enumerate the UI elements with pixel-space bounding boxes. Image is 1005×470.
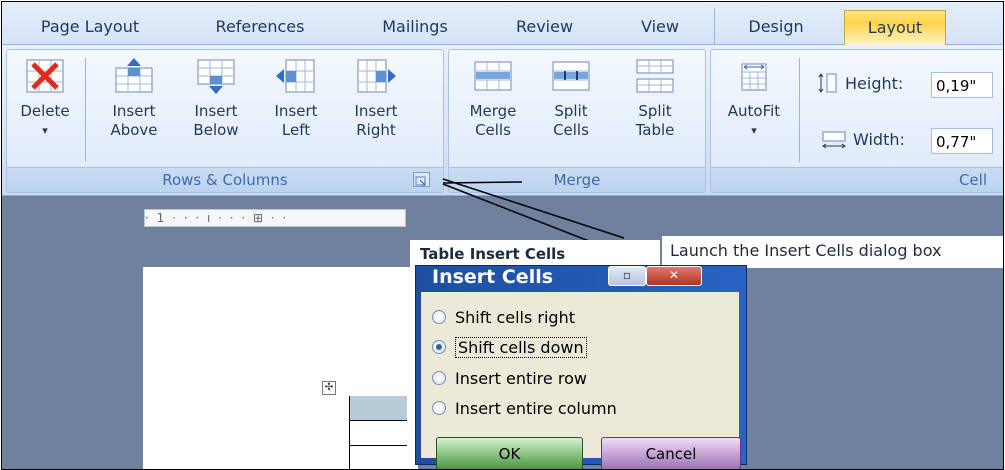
option-insert-entire-column[interactable]: Insert entire column: [432, 397, 617, 421]
split-table-label-1: Split: [638, 102, 672, 120]
word-window: Page Layout References Mailings Review V…: [1, 1, 1004, 470]
dialog-launcher-icon: [415, 176, 426, 186]
split-table-icon: [636, 59, 674, 93]
tab-layout[interactable]: Layout: [844, 10, 946, 45]
tab-mailings[interactable]: Mailings: [365, 10, 465, 44]
row-height-icon: [818, 73, 837, 93]
group-label-cell-size: Cell: [711, 167, 1003, 192]
insert-left-label-1: Insert: [274, 102, 318, 120]
width-input[interactable]: 0,77": [931, 128, 993, 154]
ribbon-tabs: Page Layout References Mailings Review V…: [2, 2, 1003, 45]
radio-button[interactable]: [432, 370, 446, 385]
split-cells-label-1: Split: [554, 102, 588, 120]
group-merge: Merge Cells Split Cells Split Table Merg…: [448, 49, 706, 193]
dialog-title: Insert Cells: [432, 266, 554, 288]
insert-above-button[interactable]: Insert Above: [101, 58, 167, 140]
dialog-close-button[interactable]: ✕: [646, 266, 702, 286]
autofit-button[interactable]: AutoFit ▾: [717, 58, 791, 140]
insert-below-icon: [197, 59, 235, 94]
group-label-merge: Merge: [449, 167, 705, 192]
delete-dropdown-arrow: ▾: [42, 124, 48, 137]
merge-cells-button[interactable]: Merge Cells: [457, 58, 529, 140]
tab-review[interactable]: Review: [507, 10, 582, 44]
split-cells-label-2: Cells: [553, 121, 589, 139]
insert-below-label-1: Insert: [194, 102, 238, 120]
table-row[interactable]: [350, 446, 407, 469]
group-rows-columns: Delete ▾ Insert Above Insert Below Inser…: [6, 49, 444, 193]
autofit-icon: [741, 63, 767, 91]
tab-view[interactable]: View: [630, 10, 690, 44]
insert-right-button[interactable]: Insert Right: [343, 58, 409, 140]
insert-right-label-1: Insert: [354, 102, 398, 120]
option-label: Insert entire column: [455, 399, 617, 418]
insert-left-button[interactable]: Insert Left: [263, 58, 329, 140]
width-label: Width:: [853, 130, 905, 149]
horizontal-ruler[interactable]: · 1 · · · ı · · · ⊞ · ·: [144, 209, 406, 227]
insert-above-icon: [115, 58, 153, 93]
rows-columns-dialog-launcher[interactable]: [413, 172, 430, 187]
option-shift-cells-down[interactable]: Shift cells down: [432, 336, 587, 360]
table-move-handle-icon[interactable]: ✣: [322, 381, 336, 395]
merge-cells-icon: [474, 61, 512, 91]
tab-page-layout[interactable]: Page Layout: [30, 10, 150, 44]
column-width-icon: [822, 131, 846, 149]
radio-button[interactable]: [432, 400, 446, 415]
insert-left-label-2: Left: [281, 121, 311, 139]
split-table-label-2: Table: [635, 121, 675, 139]
insert-cells-dialog: Insert Cells ▫ ✕ Shift cells right Shift…: [415, 265, 747, 469]
tab-divider: [714, 8, 715, 44]
group-cell-size: AutoFit ▾ Height: 0,19" Width: 0,77" Cel…: [710, 49, 1003, 193]
insert-left-icon: [276, 59, 315, 93]
group-label-rows-columns: Rows & Columns: [7, 167, 443, 192]
ribbon: Delete ▾ Insert Above Insert Below Inser…: [2, 45, 1003, 196]
height-input[interactable]: 0,19": [931, 72, 993, 98]
option-label: Insert entire row: [455, 369, 587, 388]
option-label: Shift cells down: [455, 337, 587, 358]
ok-button[interactable]: OK: [436, 437, 583, 469]
split-cells-icon: [552, 61, 590, 91]
split-cells-button[interactable]: Split Cells: [535, 58, 607, 140]
option-shift-cells-right[interactable]: Shift cells right: [432, 306, 575, 330]
insert-below-label-2: Below: [193, 121, 239, 139]
height-label: Height:: [845, 74, 904, 93]
dialog-minimize-button[interactable]: ▫: [608, 266, 646, 286]
table-row[interactable]: [350, 396, 407, 421]
delete-label: Delete: [20, 102, 70, 120]
tab-design[interactable]: Design: [736, 10, 816, 44]
tooltip-description: Launch the Insert Cells dialog box: [662, 236, 1003, 268]
insert-below-button[interactable]: Insert Below: [183, 58, 249, 140]
autofit-dropdown-arrow: ▾: [751, 124, 757, 137]
split-table-button[interactable]: Split Table: [619, 58, 691, 140]
tab-references[interactable]: References: [200, 10, 320, 44]
dialog-body: Shift cells right Shift cells down Inser…: [421, 292, 741, 469]
separator: [85, 58, 86, 162]
radio-button-selected[interactable]: [432, 339, 446, 354]
table-row[interactable]: [350, 421, 407, 446]
merge-cells-label-2: Cells: [475, 121, 511, 139]
option-insert-entire-row[interactable]: Insert entire row: [432, 367, 587, 391]
radio-button[interactable]: [432, 309, 446, 324]
separator: [799, 58, 800, 162]
insert-above-label-2: Above: [110, 121, 158, 139]
insert-right-label-2: Right: [356, 121, 396, 139]
cancel-button[interactable]: Cancel: [601, 437, 741, 469]
document-table[interactable]: [349, 396, 407, 469]
merge-cells-label-1: Merge: [469, 102, 517, 120]
option-label: Shift cells right: [455, 308, 575, 327]
delete-button[interactable]: Delete ▾: [17, 58, 73, 140]
autofit-label: AutoFit: [727, 102, 781, 120]
insert-right-icon: [357, 59, 396, 93]
insert-above-label-1: Insert: [112, 102, 156, 120]
delete-table-icon: [26, 59, 64, 93]
